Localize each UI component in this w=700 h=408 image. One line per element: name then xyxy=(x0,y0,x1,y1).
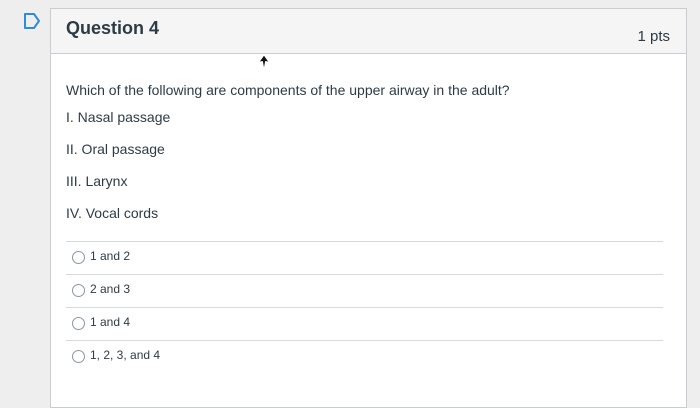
answer-option-1[interactable]: 1 and 2 xyxy=(66,241,663,274)
answer-label[interactable]: 2 and 3 xyxy=(90,282,130,296)
radio-button-icon[interactable] xyxy=(72,350,85,363)
radio-button-icon[interactable] xyxy=(72,317,85,330)
mouse-pointer-icon xyxy=(258,54,270,68)
question-title: Question 4 xyxy=(66,18,160,38)
answer-label[interactable]: 1 and 4 xyxy=(90,315,130,329)
answer-label[interactable]: 1 and 2 xyxy=(90,249,130,263)
radio-button-icon[interactable] xyxy=(72,251,85,264)
question-header: Question 4 1 pts xyxy=(51,9,686,54)
question-points: 1 pts xyxy=(637,28,670,45)
statement-item: II. Oral passage xyxy=(66,141,165,157)
flag-question-icon[interactable] xyxy=(22,11,42,31)
statement-item: IV. Vocal cords xyxy=(66,205,159,221)
answer-option-3[interactable]: 1 and 4 xyxy=(66,307,663,340)
radio-button-icon[interactable] xyxy=(72,284,85,297)
answer-label[interactable]: 1, 2, 3, and 4 xyxy=(90,348,160,362)
answer-option-2[interactable]: 2 and 3 xyxy=(66,274,663,307)
question-text: Which of the following are components of… xyxy=(66,82,510,98)
statement-item: I. Nasal passage xyxy=(66,109,171,125)
question-card: Question 4 1 pts Which of the following … xyxy=(50,8,687,408)
statement-item: III. Larynx xyxy=(66,173,128,189)
answer-option-4[interactable]: 1, 2, 3, and 4 xyxy=(66,340,663,373)
